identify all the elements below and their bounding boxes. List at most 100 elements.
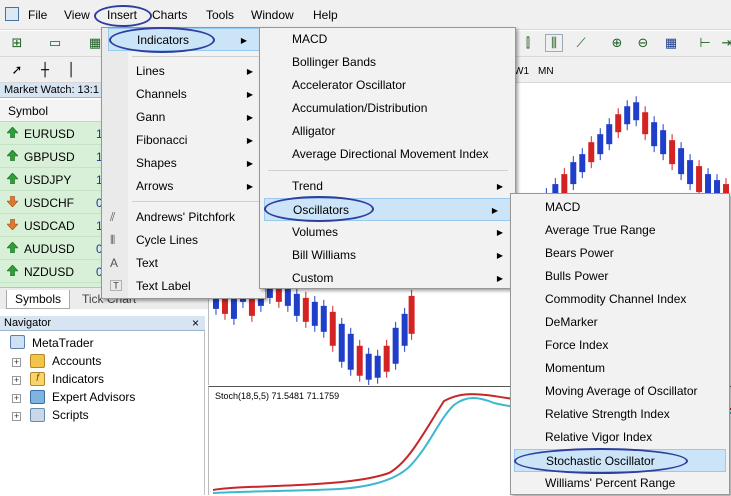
submenu-arrow-icon: ▶ xyxy=(246,182,253,191)
oscillators-item-relative-strength-index[interactable]: Relative Strength Index xyxy=(511,403,729,426)
insert-item-text[interactable]: A Text xyxy=(102,252,265,275)
oscillators-item-commodity-channel-index[interactable]: Commodity Channel Index xyxy=(511,288,729,311)
crosshair-icon[interactable]: ┼ xyxy=(36,61,54,79)
menu-tools[interactable]: Tools xyxy=(206,8,234,22)
candle-body xyxy=(615,114,622,133)
menu-insert[interactable]: Insert xyxy=(107,8,137,22)
candle-body xyxy=(597,134,604,155)
indicators-item-accelerator-oscillator[interactable]: Accelerator Oscillator xyxy=(260,74,515,97)
indicators-item-custom[interactable]: Custom ▶ xyxy=(260,267,515,290)
insert-item-andrews-pitchfork[interactable]: ⫽ Andrews' Pitchfork xyxy=(102,206,265,229)
nav-item-scripts[interactable]: Scripts xyxy=(52,408,89,422)
insert-menu: Indicators ▶ Lines ▶ Channels ▶ Gann ▶ Fibonacci… xyxy=(101,27,266,299)
nav-item-accounts[interactable]: Accounts xyxy=(52,354,101,368)
insert-item-text-label[interactable]: 🅃 Text Label xyxy=(102,275,265,298)
arrow-down-icon xyxy=(6,218,19,231)
zoom-in-icon[interactable]: ⊕ xyxy=(608,34,626,52)
navigator-close-icon[interactable]: × xyxy=(192,316,199,331)
menu-help[interactable]: Help xyxy=(313,8,338,22)
submenu-arrow-icon: ▶ xyxy=(246,90,253,99)
vertical-line-icon[interactable]: │ xyxy=(62,61,80,79)
oscillators-item-bears-power[interactable]: Bears Power xyxy=(511,242,729,265)
oscillators-submenu: MACD Average True Range Bears Power Bulls P… xyxy=(510,193,730,495)
candle-body xyxy=(570,162,577,185)
insert-item-label: Text xyxy=(136,256,159,270)
indicators-item-bill-williams[interactable]: Bill Williams ▶ xyxy=(260,244,515,267)
submenu-arrow-icon: ▶ xyxy=(246,113,253,122)
candle-body xyxy=(365,353,372,380)
nav-root-metatrader[interactable]: MetaTrader xyxy=(32,336,94,350)
indicators-item-trend[interactable]: Trend ▶ xyxy=(260,175,515,198)
text-label-icon: 🅃 xyxy=(110,279,123,293)
oscillators-item-relative-vigor-index[interactable]: Relative Vigor Index xyxy=(511,426,729,449)
app-icon[interactable] xyxy=(5,7,19,21)
line-chart-icon[interactable]: ⟋ xyxy=(572,34,590,52)
expand-scripts-icon[interactable]: + xyxy=(12,412,21,421)
autoscroll-icon[interactable]: ⇥ xyxy=(718,34,731,52)
chart-shift-icon[interactable]: ⊢ xyxy=(696,34,714,52)
bar-chart-icon[interactable]: ⫿ xyxy=(519,34,537,52)
insert-item-channels[interactable]: Channels ▶ xyxy=(102,83,265,106)
oscillators-item-average-true-range[interactable]: Average True Range xyxy=(511,219,729,242)
oscillators-item-label: MACD xyxy=(545,200,581,214)
candlestick-icon[interactable]: ⫼ xyxy=(545,34,563,52)
candle-body xyxy=(588,142,595,163)
tile-windows-icon[interactable]: ▦ xyxy=(662,34,680,52)
insert-item-gann[interactable]: Gann ▶ xyxy=(102,106,265,129)
expand-accounts-icon[interactable]: + xyxy=(12,358,21,367)
oscillators-item-label: Bulls Power xyxy=(545,269,609,283)
insert-item-fibonacci[interactable]: Fibonacci ▶ xyxy=(102,129,265,152)
indicators-item-alligator[interactable]: Alligator xyxy=(260,120,515,143)
indicators-item-average-directional-movement-index[interactable]: Average Directional Movement Index xyxy=(260,143,515,166)
indicators-item-label: Bollinger Bands xyxy=(292,55,377,69)
insert-item-arrows[interactable]: Arrows ▶ xyxy=(102,175,265,198)
nav-item-indicators[interactable]: Indicators xyxy=(52,372,104,386)
menu-view[interactable]: View xyxy=(64,8,90,22)
expand-expert-advisors-icon[interactable]: + xyxy=(12,394,21,403)
zoom-out-icon[interactable]: ⊖ xyxy=(634,34,652,52)
timeframe-mn[interactable]: MN xyxy=(538,66,554,77)
timeframe-w1[interactable]: W1 xyxy=(514,66,529,77)
candle-body xyxy=(347,333,354,370)
insert-item-lines[interactable]: Lines ▶ xyxy=(102,60,265,83)
profiles-icon[interactable]: ▭ xyxy=(46,34,64,52)
market-watch-symbol: USDJPY xyxy=(24,173,72,187)
oscillators-item-moving-average-of-oscillator[interactable]: Moving Average of Oscillator xyxy=(511,380,729,403)
pitchfork-icon: ⫽ xyxy=(110,210,116,224)
insert-item-shapes[interactable]: Shapes ▶ xyxy=(102,152,265,175)
candle-body xyxy=(230,295,237,319)
expand-indicators-icon[interactable]: + xyxy=(12,376,21,385)
nav-item-expert-advisors[interactable]: Expert Advisors xyxy=(52,390,135,404)
indicators-item-volumes[interactable]: Volumes ▶ xyxy=(260,221,515,244)
navigator-tree: MetaTrader + Accounts + f Indicators + E… xyxy=(0,331,205,495)
menu-window[interactable]: Window xyxy=(251,8,294,22)
oscillators-item-bulls-power[interactable]: Bulls Power xyxy=(511,265,729,288)
indicators-item-bollinger-bands[interactable]: Bollinger Bands xyxy=(260,51,515,74)
scripts-icon xyxy=(30,408,45,422)
indicators-item-macd[interactable]: MACD xyxy=(260,28,515,51)
insert-item-label: Channels xyxy=(136,87,187,101)
new-chart-icon[interactable]: ⊞ xyxy=(8,34,26,52)
menu-separator xyxy=(268,170,508,171)
oscillators-item-momentum[interactable]: Momentum xyxy=(511,357,729,380)
market-watch-symbol: AUDUSD xyxy=(24,242,75,256)
indicators-item-accumulation-distribution[interactable]: Accumulation/Distribution xyxy=(260,97,515,120)
insert-item-cycle-lines[interactable]: ⦀ Cycle Lines xyxy=(102,229,265,252)
oscillators-item-force-index[interactable]: Force Index xyxy=(511,334,729,357)
oscillators-item-demarker[interactable]: DeMarker xyxy=(511,311,729,334)
candle-body xyxy=(320,305,327,332)
oscillators-item-stochastic-oscillator[interactable]: Stochastic Oscillator xyxy=(514,449,726,472)
insert-item-indicators[interactable]: Indicators ▶ xyxy=(108,28,260,51)
submenu-arrow-icon: ▶ xyxy=(246,159,253,168)
market-watch-symbol: USDCHF xyxy=(24,196,74,210)
candle-body xyxy=(374,355,381,378)
indicators-item-label: Accelerator Oscillator xyxy=(292,78,407,92)
oscillators-item-macd[interactable]: MACD xyxy=(511,196,729,219)
insert-item-label: Andrews' Pitchfork xyxy=(136,210,235,224)
oscillators-item-williams-percent-range[interactable]: Williams' Percent Range xyxy=(511,472,729,495)
tab-symbols[interactable]: Symbols xyxy=(6,290,71,309)
menu-file[interactable]: File xyxy=(28,8,47,22)
menu-charts[interactable]: Charts xyxy=(152,8,187,22)
cursor-icon[interactable]: ➚ xyxy=(8,61,26,79)
indicators-item-oscillators[interactable]: Oscillators ▶ xyxy=(264,198,511,221)
